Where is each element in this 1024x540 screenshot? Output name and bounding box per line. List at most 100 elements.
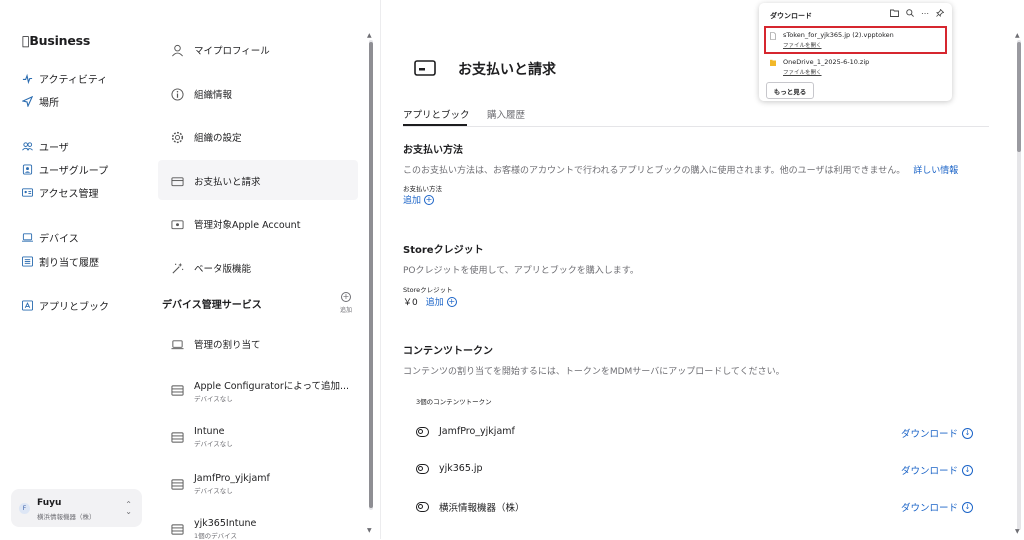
nav-item-devices[interactable]: デバイス bbox=[22, 230, 79, 245]
token-name: 横浜情報機器（株） bbox=[439, 503, 525, 514]
chevron-updown-icon: ⌃ ⌄ bbox=[125, 500, 132, 516]
service-item-assignment[interactable]: 管理の割り当て bbox=[171, 337, 261, 351]
add-label: 追加 bbox=[403, 196, 422, 206]
person-icon bbox=[171, 44, 184, 57]
service-label: Intune bbox=[194, 426, 225, 437]
search-icon[interactable] bbox=[906, 9, 914, 19]
nav-item-assignment-history[interactable]: 割り当て履歴 bbox=[22, 254, 99, 269]
service-label: 管理の割り当て bbox=[194, 340, 261, 351]
downloads-title: ダウンロード bbox=[770, 12, 812, 20]
tab-apps-books[interactable]: アプリとブック bbox=[403, 107, 470, 121]
download-token-button[interactable]: ダウンロード ↓ bbox=[901, 426, 974, 440]
nav-item-apps-books[interactable]: アプリとブック bbox=[22, 298, 109, 313]
nav-item-users[interactable]: ユーザ bbox=[22, 139, 69, 154]
nav-item-access[interactable]: アクセス管理 bbox=[22, 185, 99, 200]
learn-more-link[interactable]: 詳しい情報 bbox=[913, 166, 958, 176]
plus-circle-icon: + bbox=[424, 194, 435, 205]
service-item-apple-configurator[interactable]: Apple Configuratorによって追加... デバイスなし bbox=[171, 378, 349, 403]
service-label: JamfPro_yjkjamf bbox=[194, 473, 270, 484]
settings-item-beta[interactable]: ベータ版機能 bbox=[171, 261, 251, 275]
scroll-down-arrow-icon[interactable]: ▼ bbox=[1015, 528, 1020, 535]
download-token-button[interactable]: ダウンロード ↓ bbox=[901, 463, 974, 477]
content-tokens-description: コンテンツの割り当てを開始するには、トークンをMDMサーバにアップロードしてくだ… bbox=[403, 367, 785, 377]
download-filename: sToken_for_yjk365.jp (2).vpptoken bbox=[783, 31, 894, 39]
token-name: yjk365.jp bbox=[439, 463, 483, 474]
nav-label: ユーザ bbox=[39, 143, 69, 154]
open-file-link[interactable]: ファイルを開く bbox=[783, 68, 869, 76]
token-row[interactable]: JamfPro_yjkjamf bbox=[416, 426, 515, 437]
download-label: ダウンロード bbox=[901, 503, 959, 514]
store-credit-amount: ￥0 bbox=[403, 298, 418, 308]
settings-item-label: 管理対象Apple Account bbox=[194, 220, 301, 231]
avatar: F bbox=[19, 503, 30, 514]
store-credit-row: ￥0 追加 + bbox=[403, 295, 457, 308]
settings-item-my-profile[interactable]: マイプロフィール bbox=[171, 43, 270, 57]
token-count-label: 3個のコンテンツトークン bbox=[416, 398, 492, 406]
add-payment-method-button[interactable]: 追加 + bbox=[403, 193, 435, 206]
download-item[interactable]: OneDrive_1_2025-6-10.zip ファイルを開く bbox=[770, 58, 869, 76]
nav-label: アクセス管理 bbox=[39, 189, 99, 200]
token-row[interactable]: 横浜情報機器（株） bbox=[416, 500, 525, 514]
settings-item-payment-billing[interactable]: お支払いと請求 bbox=[171, 174, 261, 188]
middle-scrollbar-thumb[interactable] bbox=[369, 42, 373, 508]
gear-icon bbox=[171, 131, 184, 144]
list-icon bbox=[22, 256, 33, 267]
download-filename: OneDrive_1_2025-6-10.zip bbox=[783, 58, 870, 66]
settings-item-org-info[interactable]: 組織情報 bbox=[171, 87, 232, 101]
download-token-button[interactable]: ダウンロード ↓ bbox=[901, 500, 974, 514]
pin-icon[interactable] bbox=[936, 8, 945, 19]
settings-item-managed-account[interactable]: 管理対象Apple Account bbox=[171, 217, 300, 231]
download-circle-icon: ↓ bbox=[962, 464, 974, 476]
nav-label: ユーザグループ bbox=[39, 166, 109, 177]
payment-heading: お支払い方法 bbox=[403, 145, 463, 156]
store-credit-label: Storeクレジット bbox=[403, 286, 453, 294]
settings-item-label: マイプロフィール bbox=[194, 46, 270, 57]
more-options-icon[interactable]: ⋯ bbox=[921, 9, 929, 19]
nav-label: 割り当て履歴 bbox=[39, 258, 99, 269]
add-mdm-server-button[interactable]: + 追加 bbox=[340, 292, 352, 314]
sidebar-nav: Business アクティビティ 場所 ユーザ ユーザグループ アクセス管理 … bbox=[0, 0, 150, 539]
nav-label: デバイス bbox=[39, 234, 79, 245]
add-store-credit-link[interactable]: 追加 bbox=[426, 295, 444, 308]
download-label: ダウンロード bbox=[901, 429, 959, 440]
app-brand[interactable]: Business bbox=[22, 33, 90, 48]
id-card-icon bbox=[22, 187, 33, 198]
settings-item-label: 組織の設定 bbox=[194, 133, 242, 144]
nav-item-location[interactable]: 場所 bbox=[22, 94, 59, 109]
settings-item-org-settings[interactable]: 組織の設定 bbox=[171, 130, 242, 144]
main-scrollbar-thumb[interactable] bbox=[1017, 42, 1021, 152]
active-tab-indicator bbox=[403, 124, 467, 126]
download-item[interactable]: sToken_for_yjk365.jp (2).vpptoken ファイルを開… bbox=[770, 31, 894, 49]
laptop-icon bbox=[22, 232, 33, 243]
payment-desc-text: このお支払い方法は、お客様のアカウントで行われるアプリとブックの購入に使用されま… bbox=[403, 166, 906, 176]
service-item-yjk365intune[interactable]: yjk365Intune 1個のデバイス bbox=[171, 518, 256, 540]
server-icon bbox=[171, 384, 184, 397]
nav-item-user-groups[interactable]: ユーザグループ bbox=[22, 162, 108, 177]
folder-icon[interactable] bbox=[890, 9, 899, 19]
service-sub: デバイスなし bbox=[194, 440, 233, 448]
plus-circle-icon: + bbox=[446, 296, 457, 307]
account-org: 横浜情報機器（株） bbox=[37, 513, 96, 521]
nav-item-activity[interactable]: アクティビティ bbox=[22, 71, 107, 86]
service-item-intune[interactable]: Intune デバイスなし bbox=[171, 426, 233, 448]
sparkle-icon bbox=[171, 262, 184, 275]
card-icon bbox=[414, 60, 436, 76]
location-arrow-icon bbox=[22, 96, 33, 107]
download-circle-icon: ↓ bbox=[962, 427, 974, 439]
open-file-link[interactable]: ファイルを開く bbox=[783, 41, 894, 49]
content-tokens-heading: コンテンツトークン bbox=[403, 346, 493, 357]
scroll-up-arrow-icon[interactable]: ▲ bbox=[1015, 32, 1020, 39]
downloads-toolbar: ⋯ bbox=[890, 8, 945, 19]
apps-icon bbox=[22, 300, 33, 311]
show-more-button[interactable]: もっと見る bbox=[766, 82, 814, 99]
account-switcher[interactable]: F Fuyu 横浜情報機器（株） ⌃ ⌄ bbox=[11, 489, 142, 527]
scroll-up-arrow-icon[interactable]: ▲ bbox=[367, 32, 372, 39]
tab-purchase-history[interactable]: 購入履歴 bbox=[487, 107, 525, 121]
service-item-jamfpro[interactable]: JamfPro_yjkjamf デバイスなし bbox=[171, 473, 270, 495]
download-circle-icon: ↓ bbox=[962, 501, 974, 513]
column-divider bbox=[380, 0, 381, 539]
account-name: Fuyu bbox=[37, 498, 62, 508]
settings-item-label: 組織情報 bbox=[194, 90, 233, 101]
scroll-down-arrow-icon[interactable]: ▼ bbox=[367, 527, 372, 534]
token-row[interactable]: yjk365.jp bbox=[416, 463, 483, 474]
